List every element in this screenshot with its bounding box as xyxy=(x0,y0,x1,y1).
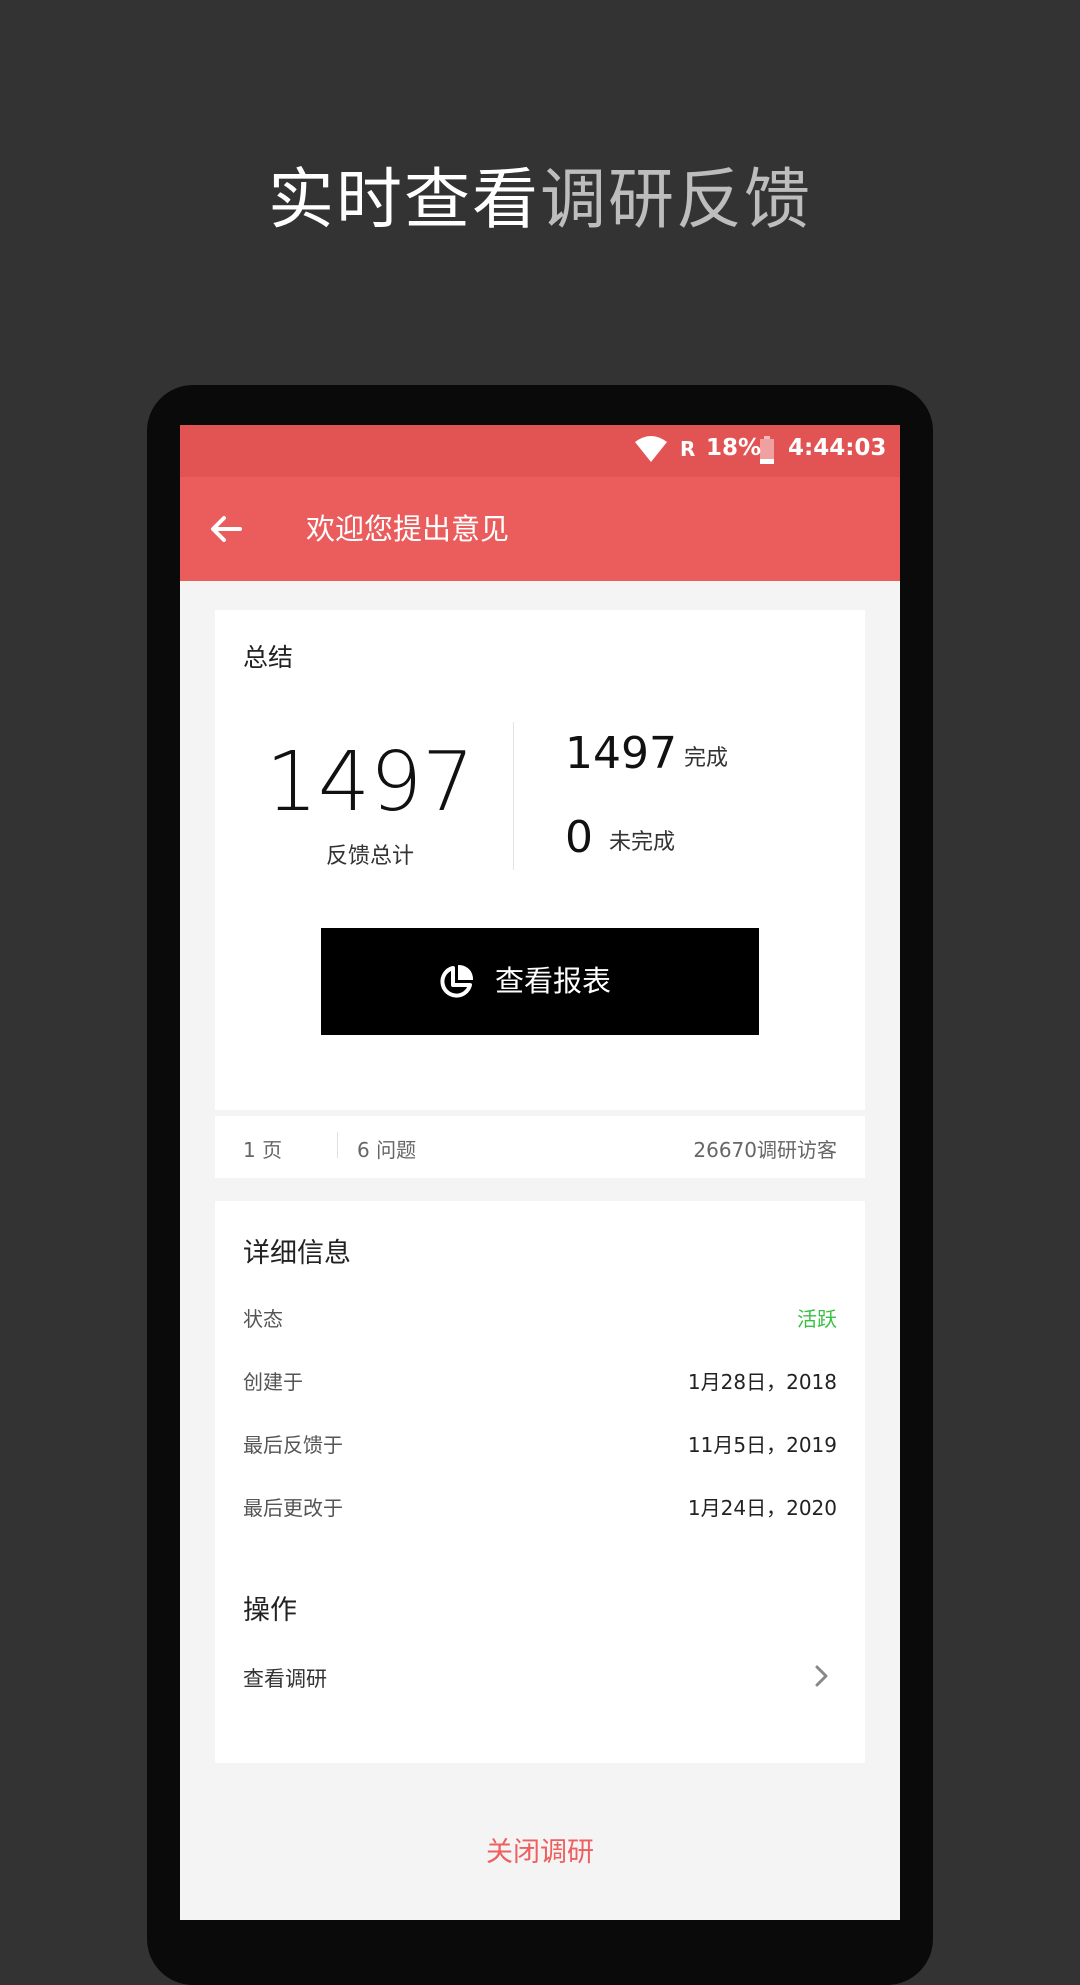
detail-label: 最后更改于 xyxy=(243,1496,343,1520)
page-title: 欢迎您提出意见 xyxy=(306,512,510,546)
status-badge: 活跃 xyxy=(797,1307,837,1331)
close-survey-button[interactable]: 关闭调研 xyxy=(180,1830,900,1869)
status-bar: R 18% 4:44:03 xyxy=(180,425,900,477)
view-survey-row[interactable]: 查看调研 xyxy=(215,1641,865,1711)
summary-divider xyxy=(513,722,514,870)
pie-chart-icon xyxy=(440,964,474,998)
completed-count: 1497 xyxy=(565,728,677,779)
clock: 4:44:03 xyxy=(788,435,887,461)
battery-level: 18% xyxy=(706,435,762,461)
detail-label: 创建于 xyxy=(243,1370,303,1394)
total-feedback-count: 1497 xyxy=(265,735,475,830)
view-report-label: 查看报表 xyxy=(495,966,612,998)
detail-label: 状态 xyxy=(243,1307,283,1331)
stats-divider xyxy=(337,1132,338,1158)
summary-title: 总结 xyxy=(243,643,294,672)
incomplete-count: 0 xyxy=(565,812,593,863)
view-report-button[interactable]: 查看报表 xyxy=(321,928,759,1035)
details-title: 详细信息 xyxy=(243,1238,351,1269)
visitor-count: 26670调研访客 xyxy=(693,1138,837,1162)
actions-title: 操作 xyxy=(243,1595,297,1626)
network-indicator: R xyxy=(680,437,696,461)
survey-stats-bar: 1 页 6 问题 26670调研访客 xyxy=(215,1116,865,1178)
wifi-icon xyxy=(635,436,667,462)
details-card: 详细信息 状态 活跃 创建于 1月28日，2018 最后反馈于 11月5日，20… xyxy=(215,1201,865,1763)
app-bar: 欢迎您提出意见 xyxy=(180,477,900,581)
detail-row-created: 创建于 1月28日，2018 xyxy=(243,1366,837,1400)
headline-part-2: 调研反馈 xyxy=(540,161,812,238)
chevron-right-icon xyxy=(815,1665,828,1687)
arrow-left-icon[interactable] xyxy=(206,509,246,549)
detail-row-status: 状态 活跃 xyxy=(243,1303,837,1337)
promo-headline: 实时查看调研反馈 xyxy=(0,160,1080,240)
total-feedback-label: 反馈总计 xyxy=(325,844,414,869)
question-count: 6 问题 xyxy=(357,1138,417,1162)
headline-part-1: 实时查看 xyxy=(268,161,540,238)
detail-value: 1月28日，2018 xyxy=(687,1370,837,1394)
detail-row-last-modified: 最后更改于 1月24日，2020 xyxy=(243,1492,837,1526)
summary-card: 总结 1497 反馈总计 1497 完成 0 未完成 查看报表 xyxy=(215,610,865,1110)
detail-label: 最后反馈于 xyxy=(243,1433,343,1457)
app-screen: R 18% 4:44:03 欢迎您提出意见 总结 1497 反馈总计 1497 … xyxy=(180,425,900,1920)
battery-icon xyxy=(760,436,774,464)
page-count: 1 页 xyxy=(243,1138,283,1162)
completed-label: 完成 xyxy=(684,746,729,771)
incomplete-label: 未完成 xyxy=(609,830,676,855)
detail-row-last-feedback: 最后反馈于 11月5日，2019 xyxy=(243,1429,837,1463)
detail-value: 1月24日，2020 xyxy=(687,1496,837,1520)
view-survey-label: 查看调研 xyxy=(243,1667,327,1691)
detail-value: 11月5日，2019 xyxy=(687,1433,837,1457)
